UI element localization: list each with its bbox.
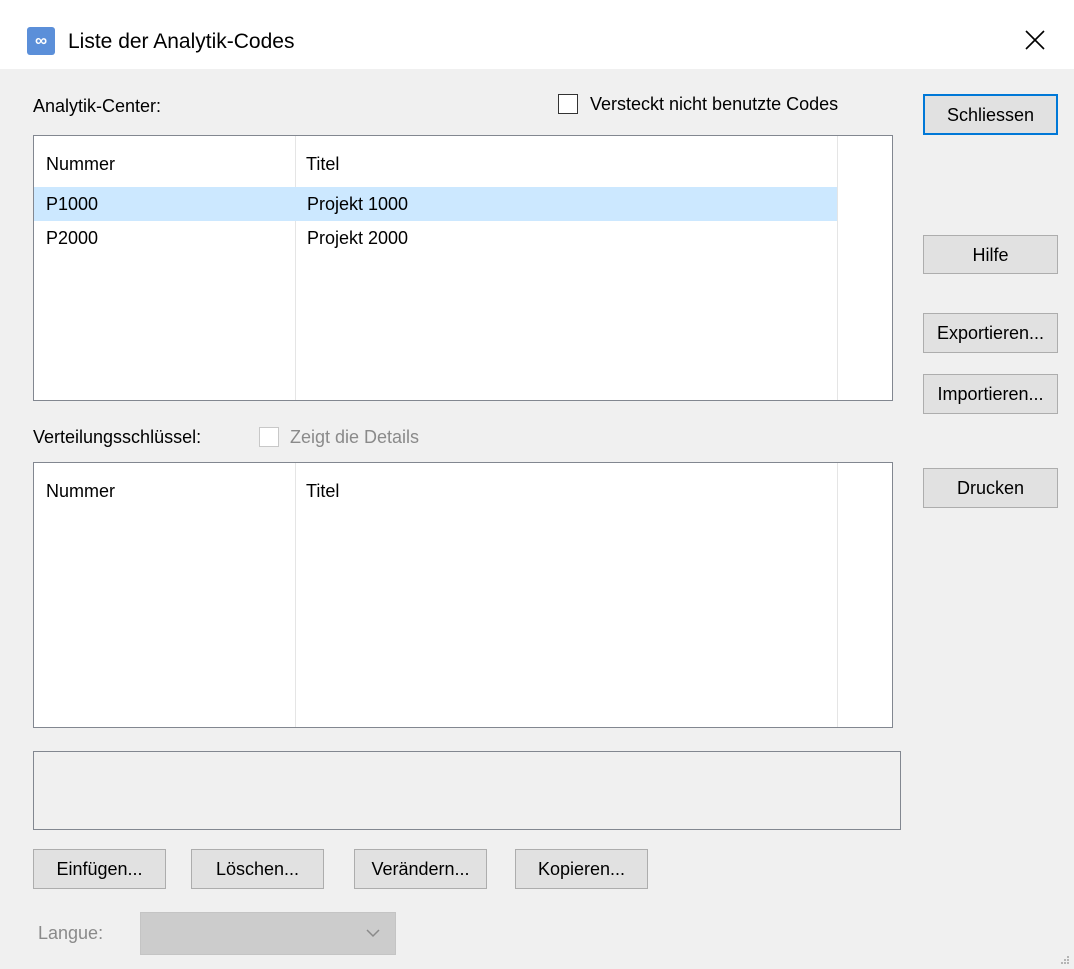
table-row[interactable]: P1000 Projekt 1000 [34, 187, 837, 221]
cell-titel: Projekt 1000 [307, 194, 409, 214]
cell-nummer: P2000 [46, 228, 99, 248]
verteilung-list[interactable]: Nummer Titel [33, 462, 893, 728]
column-separator [837, 463, 838, 727]
help-button[interactable]: Hilfe [923, 235, 1058, 274]
column-separator [295, 463, 296, 727]
close-button[interactable] [1010, 18, 1060, 62]
copy-button[interactable]: Kopieren... [515, 849, 648, 889]
show-details-checkbox[interactable] [259, 427, 279, 447]
resize-grip-icon[interactable] [1058, 953, 1070, 965]
cell-nummer: P1000 [46, 194, 99, 214]
title-bar: ∞ Liste der Analytik-Codes [0, 0, 1074, 69]
window-title: Liste der Analytik-Codes [68, 30, 295, 53]
verteilung-label: Verteilungsschlüssel: [33, 427, 202, 447]
close-dialog-button[interactable]: Schliessen [923, 94, 1058, 135]
analytik-center-label: Analytik-Center: [33, 96, 162, 116]
hide-unused-checkbox[interactable] [558, 94, 578, 114]
language-label: Langue: [38, 923, 104, 943]
close-icon [1025, 30, 1045, 50]
description-box [33, 751, 901, 830]
column-separator [295, 136, 296, 400]
column-header-nummer[interactable]: Nummer [46, 152, 115, 176]
language-select[interactable] [140, 912, 396, 955]
column-header-titel[interactable]: Titel [306, 479, 339, 503]
show-details-label: Zeigt die Details [290, 427, 420, 447]
column-header-nummer[interactable]: Nummer [46, 479, 115, 503]
cell-titel: Projekt 2000 [307, 228, 409, 248]
export-button[interactable]: Exportieren... [923, 313, 1058, 353]
import-button[interactable]: Importieren... [923, 374, 1058, 414]
analytik-center-list[interactable]: Nummer Titel P1000 Projekt 1000 P2000 Pr… [33, 135, 893, 401]
table-row[interactable]: P2000 Projekt 2000 [34, 221, 837, 255]
print-button[interactable]: Drucken [923, 468, 1058, 508]
app-logo-icon: ∞ [27, 27, 55, 55]
delete-button[interactable]: Löschen... [191, 849, 324, 889]
hide-unused-label[interactable]: Versteckt nicht benutzte Codes [590, 92, 838, 116]
modify-button[interactable]: Verändern... [354, 849, 487, 889]
column-header-titel[interactable]: Titel [306, 152, 339, 176]
chevron-down-icon [366, 929, 380, 938]
insert-button[interactable]: Einfügen... [33, 849, 166, 889]
column-separator [837, 136, 838, 400]
